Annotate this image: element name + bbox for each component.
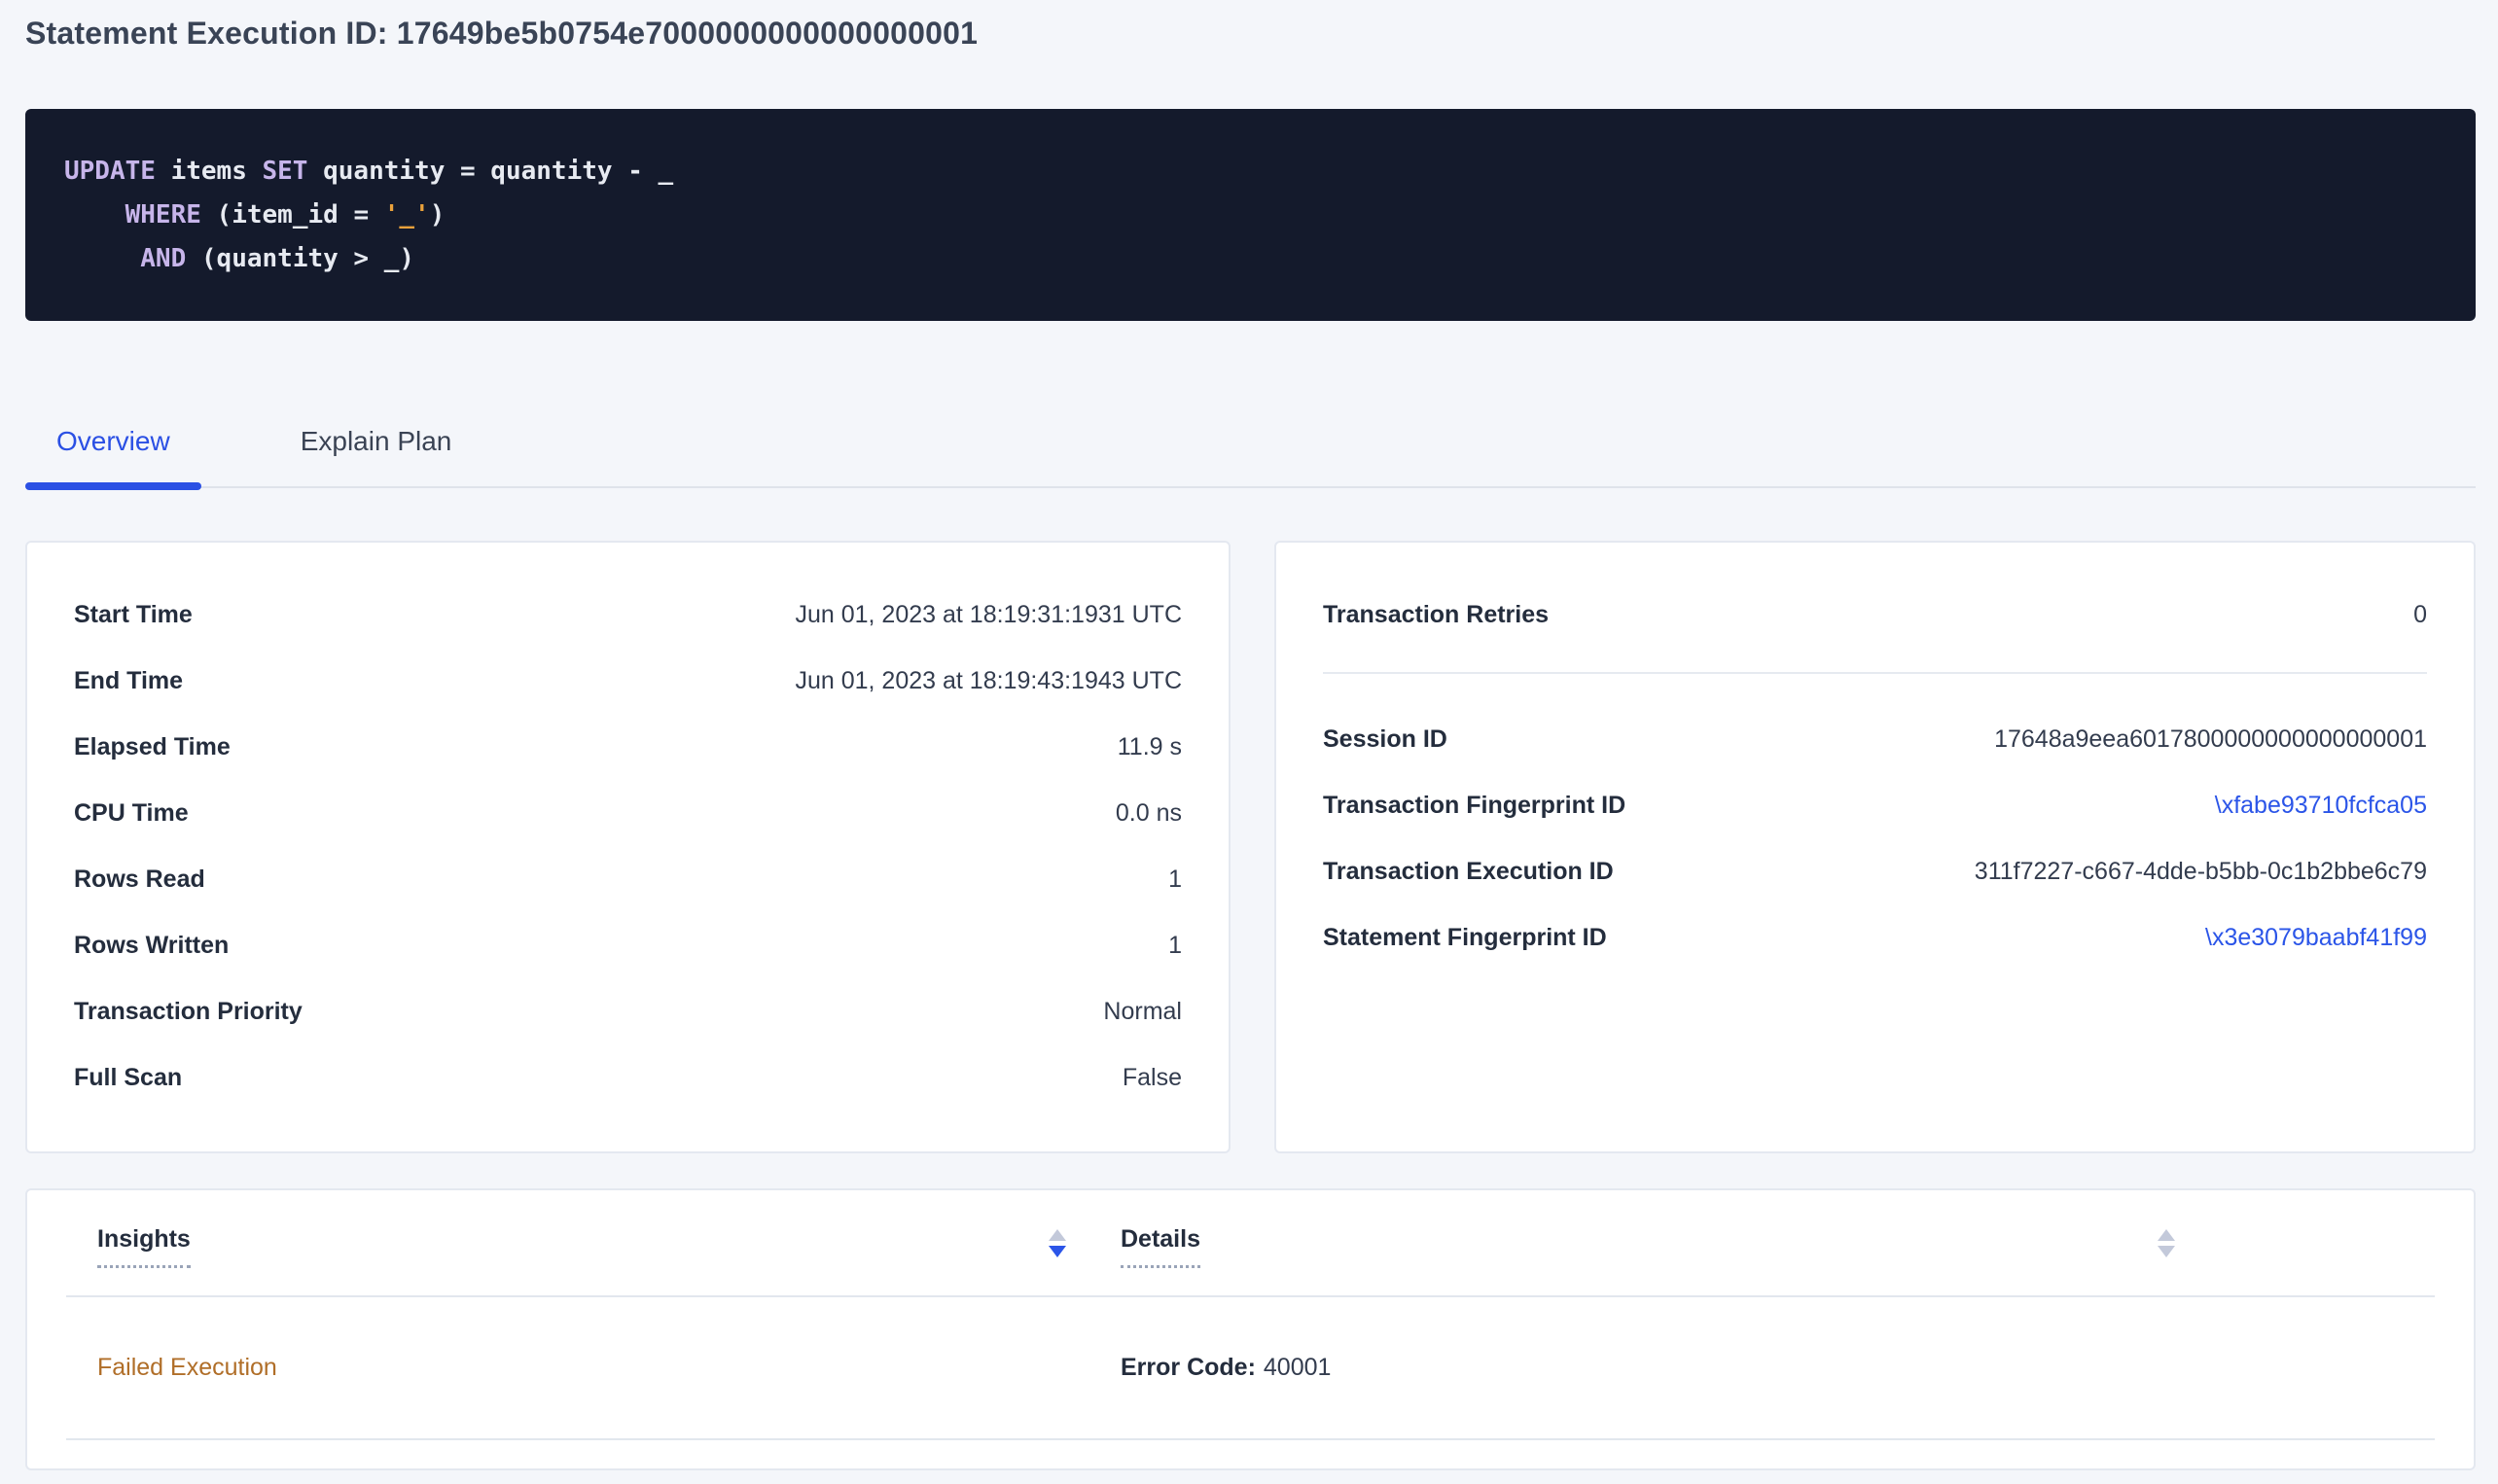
- kv-row-transaction-retries: Transaction Retries 0: [1323, 582, 2427, 648]
- statement-stats-card: Start Time Jun 01, 2023 at 18:19:31:1931…: [25, 541, 1231, 1153]
- tab-overview[interactable]: Overview: [25, 418, 201, 488]
- sql-keyword: UPDATE: [64, 157, 156, 186]
- error-code-label: Error Code:: [1121, 1354, 1256, 1381]
- kv-label: Full Scan: [74, 1064, 182, 1092]
- sql-text: [64, 200, 125, 230]
- kv-value: Jun 01, 2023 at 18:19:31:1931 UTC: [795, 601, 1182, 629]
- transaction-details-card: Transaction Retries 0 Session ID 17648a9…: [1274, 541, 2476, 1153]
- kv-row-end-time: End Time Jun 01, 2023 at 18:19:43:1943 U…: [74, 648, 1182, 714]
- kv-value: Normal: [1103, 998, 1182, 1026]
- column-header-insights[interactable]: Insights: [66, 1225, 1089, 1295]
- kv-label: End Time: [74, 667, 183, 695]
- kv-value: 1: [1168, 932, 1182, 960]
- kv-value: 11.9 s: [1118, 733, 1182, 761]
- insights-table-card: Insights Details Failed Execution Error …: [25, 1188, 2476, 1470]
- kv-value: 0.0 ns: [1116, 799, 1182, 828]
- active-tab-indicator: [25, 482, 201, 490]
- kv-label: Rows Read: [74, 866, 205, 894]
- kv-label: Transaction Fingerprint ID: [1323, 792, 1625, 820]
- kv-row-rows-written: Rows Written 1: [74, 912, 1182, 978]
- page-title: Statement Execution ID: 17649be5b0754e70…: [25, 14, 2476, 53]
- sort-desc-arrow-icon: [2158, 1246, 2175, 1257]
- sql-text: (item_id =: [201, 200, 384, 230]
- statement-execution-page: Statement Execution ID: 17649be5b0754e70…: [0, 0, 2498, 1484]
- kv-row-session-id: Session ID 17648a9eea6017800000000000000…: [1323, 706, 2427, 772]
- kv-label: CPU Time: [74, 799, 189, 828]
- sql-text: ): [430, 200, 446, 230]
- sort-icon[interactable]: [1049, 1229, 1066, 1257]
- sort-desc-arrow-icon: [1049, 1246, 1066, 1257]
- kv-label: Statement Fingerprint ID: [1323, 924, 1607, 952]
- sql-text: [64, 244, 140, 273]
- sql-text: (quantity > _): [186, 244, 414, 273]
- kv-label: Elapsed Time: [74, 733, 231, 761]
- insight-status-text: Failed Execution: [97, 1354, 277, 1381]
- kv-label: Start Time: [74, 601, 193, 629]
- kv-label: Transaction Execution ID: [1323, 858, 1614, 886]
- sql-line: AND (quantity > _): [64, 237, 2437, 281]
- details-cell: Error Code: 40001: [1089, 1354, 2198, 1382]
- column-header-details[interactable]: Details: [1089, 1225, 2198, 1295]
- kv-row-elapsed-time: Elapsed Time 11.9 s: [74, 714, 1182, 780]
- kv-row-transaction-priority: Transaction Priority Normal: [74, 978, 1182, 1044]
- sql-string-literal: '_': [384, 200, 430, 230]
- tab-overview-label: Overview: [56, 426, 170, 456]
- kv-label: Session ID: [1323, 725, 1447, 754]
- tab-explain-plan[interactable]: Explain Plan: [269, 418, 483, 488]
- kv-value: 311f7227-c667-4dde-b5bb-0c1b2bbe6c79: [1975, 858, 2427, 886]
- kv-row-rows-read: Rows Read 1: [74, 846, 1182, 912]
- insight-cell: Failed Execution: [66, 1354, 1089, 1382]
- kv-label: Transaction Retries: [1323, 601, 1549, 629]
- sql-keyword: SET: [263, 157, 308, 186]
- sql-text: quantity = quantity - _: [307, 157, 673, 186]
- kv-row-full-scan: Full Scan False: [74, 1044, 1182, 1111]
- sql-line: WHERE (item_id = '_'): [64, 194, 2437, 237]
- sort-asc-arrow-icon: [1049, 1229, 1066, 1241]
- kv-value: 17648a9eea6017800000000000000001: [1994, 725, 2427, 754]
- kv-row-transaction-execution-id: Transaction Execution ID 311f7227-c667-4…: [1323, 838, 2427, 904]
- sql-keyword: WHERE: [125, 200, 201, 230]
- kv-row-cpu-time: CPU Time 0.0 ns: [74, 780, 1182, 846]
- sql-text: items: [156, 157, 263, 186]
- kv-value: False: [1123, 1064, 1182, 1092]
- sql-statement-box: UPDATE items SET quantity = quantity - _…: [25, 109, 2476, 321]
- transaction-fingerprint-link[interactable]: \xfabe93710fcfca05: [2215, 792, 2427, 820]
- tab-bar: Overview Explain Plan: [25, 418, 2476, 488]
- statement-fingerprint-link[interactable]: \x3e3079baabf41f99: [2205, 924, 2427, 952]
- sort-asc-arrow-icon: [2158, 1229, 2175, 1241]
- sort-icon[interactable]: [2158, 1229, 2175, 1257]
- overview-section: Start Time Jun 01, 2023 at 18:19:31:1931…: [25, 541, 2476, 1153]
- sql-line: UPDATE items SET quantity = quantity - _: [64, 150, 2437, 194]
- insights-table-header: Insights Details: [66, 1190, 2435, 1297]
- table-row: Failed Execution Error Code: 40001: [66, 1297, 2435, 1440]
- error-code-value: 40001: [1264, 1354, 1332, 1381]
- tab-explain-plan-label: Explain Plan: [301, 426, 452, 456]
- kv-value: 1: [1168, 866, 1182, 894]
- column-label: Insights: [97, 1225, 191, 1268]
- kv-row-start-time: Start Time Jun 01, 2023 at 18:19:31:1931…: [74, 582, 1182, 648]
- kv-row-statement-fingerprint-id: Statement Fingerprint ID \x3e3079baabf41…: [1323, 904, 2427, 971]
- kv-label: Transaction Priority: [74, 998, 303, 1026]
- sql-keyword: AND: [140, 244, 186, 273]
- kv-value: 0: [2413, 601, 2427, 629]
- kv-label: Rows Written: [74, 932, 229, 960]
- column-label: Details: [1121, 1225, 1200, 1268]
- kv-value: Jun 01, 2023 at 18:19:43:1943 UTC: [795, 667, 1182, 695]
- card-divider: [1323, 672, 2427, 674]
- kv-row-transaction-fingerprint-id: Transaction Fingerprint ID \xfabe93710fc…: [1323, 772, 2427, 838]
